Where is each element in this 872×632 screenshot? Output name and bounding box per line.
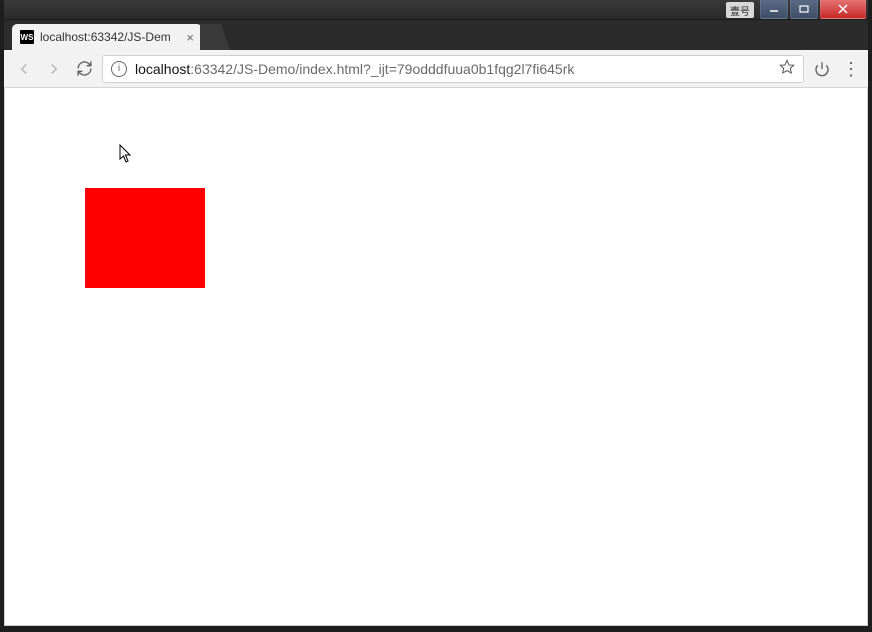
tab-strip: WS localhost:63342/JS-Dem × [4, 20, 868, 50]
toolbar-right: ⋮ [810, 57, 860, 81]
back-button[interactable] [12, 57, 36, 81]
titlebar-badge: 壹号 [726, 2, 754, 18]
tab-shadow [200, 24, 230, 50]
window-close-button[interactable] [820, 0, 866, 19]
desktop-background: 壹号 WS localhost:63342/JS-Dem × [0, 0, 872, 632]
site-info-icon[interactable]: i [111, 61, 127, 77]
minimize-button[interactable] [760, 0, 788, 19]
url-host: localhost [135, 61, 190, 77]
red-square[interactable] [85, 188, 205, 288]
cursor-icon [119, 144, 135, 169]
url-text: localhost:63342/JS-Demo/index.html?_ijt=… [135, 61, 771, 77]
maximize-button[interactable] [790, 0, 818, 19]
tab-close-icon[interactable]: × [186, 31, 194, 44]
bookmark-star-icon[interactable] [779, 59, 795, 78]
browser-toolbar: i localhost:63342/JS-Demo/index.html?_ij… [4, 50, 868, 88]
window-titlebar: 壹号 [4, 0, 868, 20]
address-bar[interactable]: i localhost:63342/JS-Demo/index.html?_ij… [102, 55, 804, 83]
power-extension-icon[interactable] [810, 57, 834, 81]
forward-button[interactable] [42, 57, 66, 81]
tab-title: localhost:63342/JS-Dem [40, 30, 182, 44]
browser-window: 壹号 WS localhost:63342/JS-Dem × [4, 0, 868, 626]
browser-tab[interactable]: WS localhost:63342/JS-Dem × [12, 24, 202, 50]
url-path: :63342/JS-Demo/index.html?_ijt=79odddfuu… [190, 61, 574, 77]
favicon-icon: WS [20, 30, 34, 44]
page-viewport[interactable] [4, 88, 868, 626]
reload-button[interactable] [72, 57, 96, 81]
